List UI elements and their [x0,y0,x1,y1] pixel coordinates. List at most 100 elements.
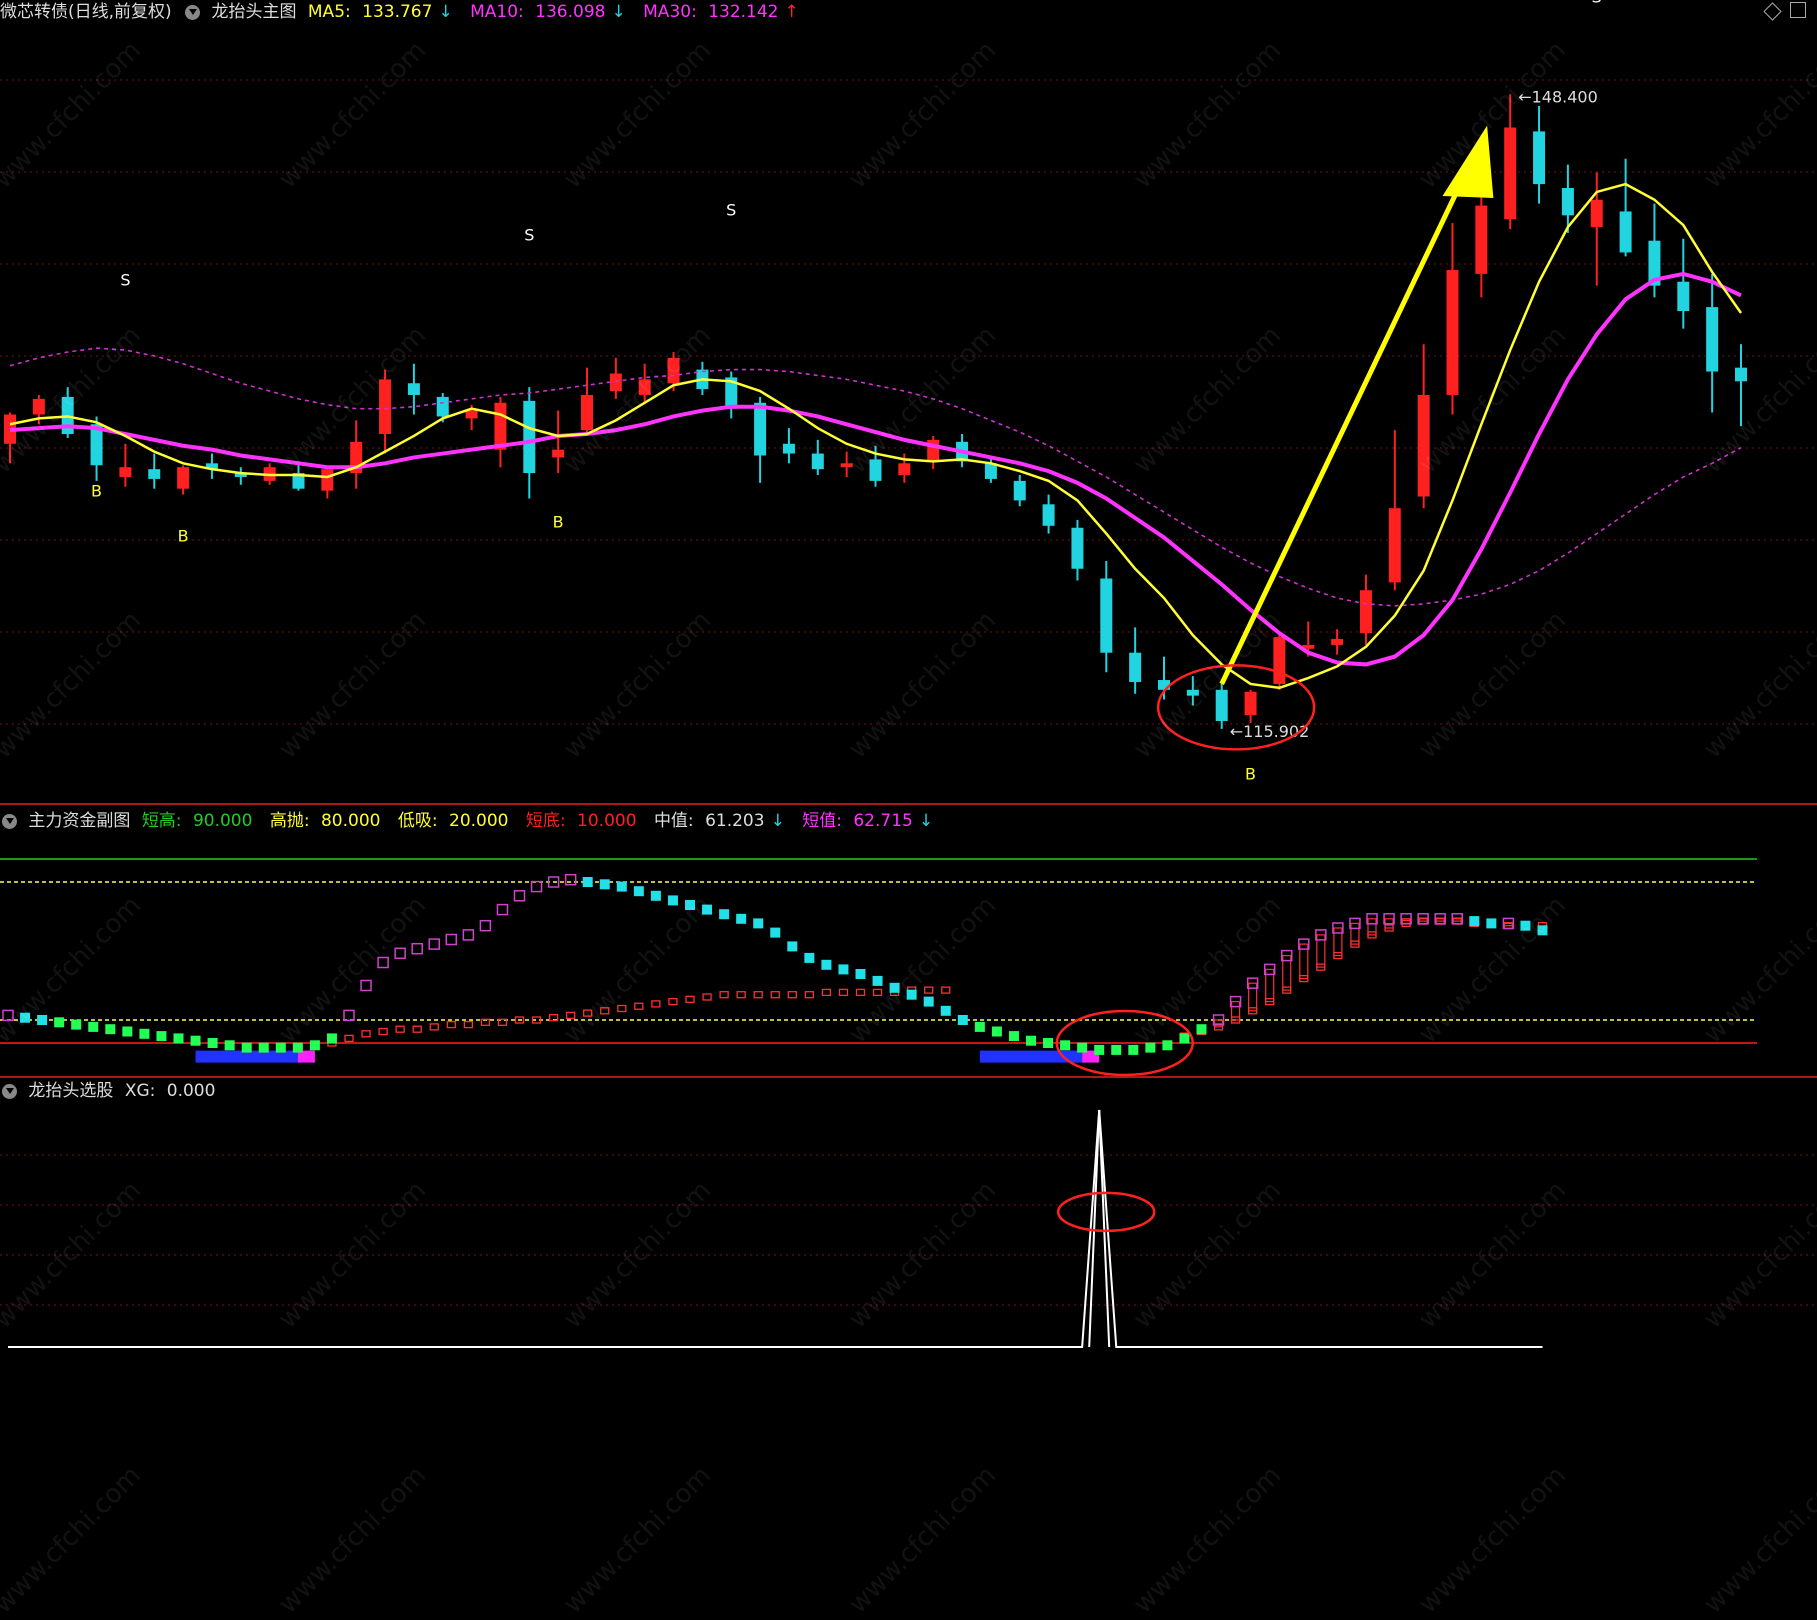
mid-value-mark [412,1025,422,1033]
short-value-mark [719,909,730,920]
short-value-mark [599,879,610,890]
short-value-mark [1196,1024,1207,1035]
candle-body [1388,508,1401,583]
xg-value: XG: 0.000 [125,1081,222,1101]
mid-value-mark [634,1002,644,1010]
collapse-icon[interactable] [2,1083,17,1099]
candle-body [1446,270,1459,395]
short-value-mark [258,1042,269,1053]
short-value-mark [394,947,406,960]
short-value-mark [1162,1040,1173,1051]
candle-body [1244,691,1257,716]
candle-body [523,400,536,474]
short-value-mark [1486,918,1497,929]
candle-body [581,394,593,431]
short-value-mark [736,913,747,924]
mid-value-bar [1333,927,1343,957]
short-value-mark [633,886,644,897]
xg-value-text: 0.000 [166,1081,216,1101]
short-value-mark [923,996,934,1007]
short-value-mark [71,1019,82,1030]
mid-value-mark [804,991,814,999]
xg-line [8,1109,1543,1348]
short-value-mark [377,956,389,969]
short-value-mark [667,895,678,906]
short-value-mark [753,918,764,929]
signal-s: S [1592,0,1602,7]
mid-value-mark [821,988,832,997]
short-value-mark [224,1040,235,1051]
short-value-mark [139,1028,150,1039]
fund-flow-chart[interactable] [0,826,1817,1078]
signal-b: B [91,482,102,501]
candle-body [465,410,478,419]
trend-arrow-head [1442,125,1494,199]
candle-body [379,379,392,435]
mid-value-mark [872,988,883,997]
candle-body [1677,281,1690,312]
short-value-mark [872,975,883,986]
short-value-mark [292,1042,303,1053]
candle-body [638,379,651,395]
candle-body [148,469,161,479]
short-value-mark [1077,1042,1088,1053]
mid-value-mark [583,1009,593,1017]
mid-value-bar [1418,918,1428,922]
mid-value-mark [787,991,797,999]
candle-body [1533,131,1546,185]
mid-value-mark [378,1027,388,1036]
mid-value-mark [753,991,763,999]
mid-value-mark [855,988,866,997]
mid-value-bar [1435,918,1445,922]
short-value-mark [1179,1033,1190,1044]
price-label: ←115.902 [1230,722,1310,741]
watermark-text: www.cfchi.com [272,1460,432,1620]
short-value-mark [2,1009,14,1022]
mid-value-mark [361,1030,371,1038]
candle-body [1273,637,1286,684]
candle-body [177,467,190,489]
candle-body [32,398,45,415]
candle-body [1042,504,1055,526]
short-value-mark [650,890,661,901]
short-value-mark [957,1015,968,1025]
short-value-mark [804,952,815,963]
mid-value-bar [1248,982,1258,1012]
short-value-mark [105,1024,116,1035]
short-value-mark [530,880,543,893]
short-value-mark [1060,1040,1071,1051]
candle-body [840,463,853,468]
candle-body [1706,307,1719,372]
main-chart[interactable]: S B B S B S B S ←148.400 ←115.902 [0,0,1817,805]
candle-body [1331,639,1344,645]
candle-body [1504,127,1517,220]
candle-body [494,402,507,450]
mid-value-mark [600,1007,610,1015]
short-value-mark [974,1021,985,1032]
short-value-mark [275,1042,286,1053]
xg-label: XG: [124,1081,156,1101]
candle-body [1735,367,1747,382]
short-value-mark [940,1005,951,1016]
signal-s: S [726,200,736,219]
short-value-mark [616,881,627,892]
candle-body [1186,689,1199,696]
mid-value-bar [1401,918,1411,925]
candle-body [869,459,882,481]
short-value-mark [513,890,526,902]
short-value-mark [1520,920,1531,931]
mid-value-bar [1503,922,1514,927]
mid-value-mark [651,1000,661,1008]
xg-indicator-name[interactable]: 龙抬头选股 [28,1081,113,1101]
short-value-mark [343,1009,355,1022]
candle-body [119,467,132,477]
mid-value-mark [668,997,678,1006]
candle-body [1561,188,1574,216]
watermark-text: www.cfchi.com [557,1460,717,1620]
short-value-mark [991,1026,1002,1037]
short-value-mark [889,982,900,993]
short-value-mark [1043,1038,1054,1048]
xg-chart[interactable] [0,1100,1817,1350]
mid-value-mark [702,993,712,1001]
candle-body [667,357,680,384]
